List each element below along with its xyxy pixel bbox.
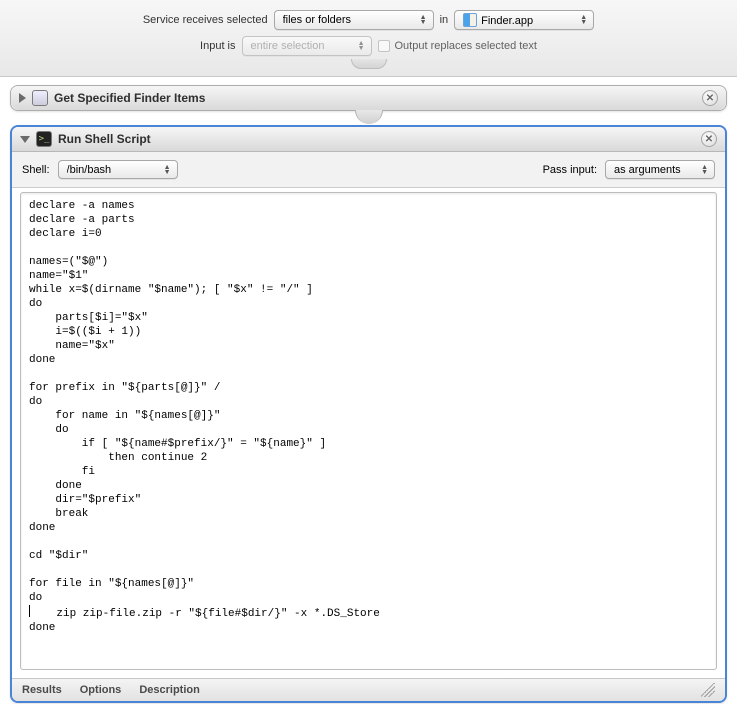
input-scope-select: entire selection ▲▼ [242,36,372,56]
input-scope-value: entire selection [251,40,325,52]
application-value: Finder.app [463,13,533,27]
action-title: Run Shell Script [58,132,695,146]
service-config-bar: Service receives selected files or folde… [0,0,737,77]
select-arrows-icon: ▲▼ [701,165,708,175]
select-arrows-icon: ▲▼ [358,41,365,51]
action-get-specified-finder-items[interactable]: Get Specified Finder Items ✕ [10,85,727,111]
workflow-canvas[interactable]: Get Specified Finder Items ✕ >_ Run Shel… [0,77,737,703]
pass-input-label: Pass input: [543,164,597,176]
input-type-value: files or folders [283,14,351,26]
shell-toolbar: Shell: /bin/bash ▲▼ Pass input: as argum… [12,152,725,188]
action-title: Get Specified Finder Items [54,91,696,105]
close-action-button[interactable]: ✕ [702,90,718,106]
shell-label: Shell: [22,164,50,176]
script-area: declare -a names declare -a parts declar… [12,188,725,678]
finder-action-icon [32,90,48,106]
finder-icon [463,13,477,27]
resize-grip-icon[interactable] [701,683,715,697]
action-header[interactable]: Get Specified Finder Items ✕ [11,86,726,110]
output-replaces-row: Output replaces selected text [378,40,537,52]
action-connector [10,111,727,125]
disclosure-triangle-icon[interactable] [19,93,26,103]
action-header[interactable]: >_ Run Shell Script ✕ [12,127,725,152]
service-receives-label: Service receives selected [143,14,268,26]
input-notch-icon [351,59,387,69]
tab-results[interactable]: Results [22,684,62,696]
output-replaces-label: Output replaces selected text [395,40,537,52]
action-run-shell-script[interactable]: >_ Run Shell Script ✕ Shell: /bin/bash ▲… [10,125,727,703]
select-arrows-icon: ▲▼ [164,165,171,175]
action-footer-tabs: Results Options Description [12,678,725,701]
input-type-select[interactable]: files or folders ▲▼ [274,10,434,30]
in-label: in [440,14,449,26]
output-replaces-checkbox [378,40,390,52]
terminal-icon: >_ [36,131,52,147]
shell-select[interactable]: /bin/bash ▲▼ [58,160,178,179]
select-arrows-icon: ▲▼ [420,15,427,25]
tab-options[interactable]: Options [80,684,122,696]
application-select[interactable]: Finder.app ▲▼ [454,10,594,30]
shell-script-input[interactable]: declare -a names declare -a parts declar… [20,192,717,670]
tab-description[interactable]: Description [139,684,200,696]
input-is-label: Input is [200,40,235,52]
pass-input-value: as arguments [614,164,681,176]
disclosure-triangle-icon[interactable] [20,136,30,143]
select-arrows-icon: ▲▼ [580,15,587,25]
close-action-button[interactable]: ✕ [701,131,717,147]
shell-value: /bin/bash [67,164,112,176]
pass-input-select[interactable]: as arguments ▲▼ [605,160,715,179]
